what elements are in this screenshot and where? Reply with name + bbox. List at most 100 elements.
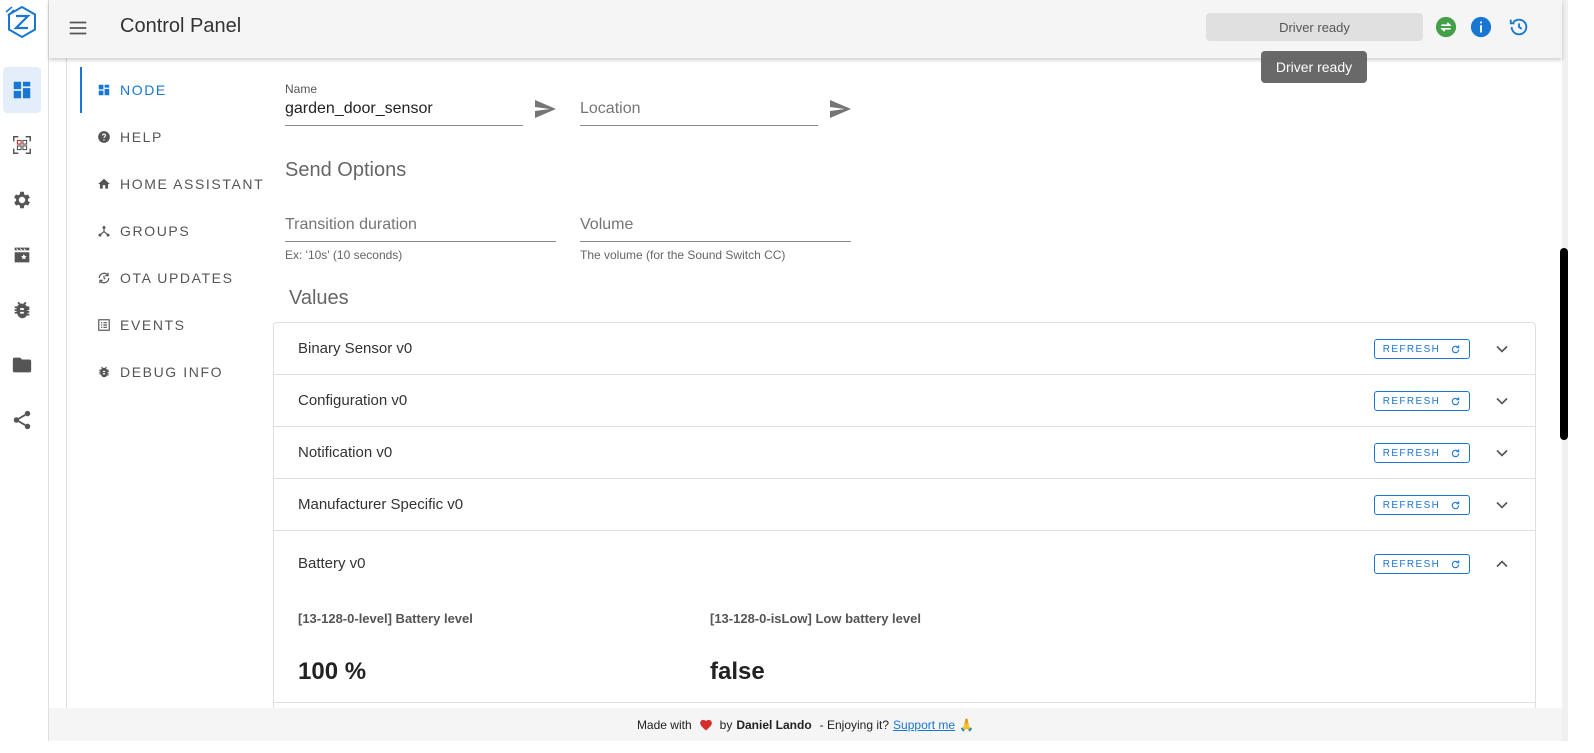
help-icon: [98, 131, 110, 143]
footer-enjoying: - Enjoying it?: [819, 717, 890, 732]
chevron-up-icon[interactable]: [1492, 554, 1512, 574]
dashboard-icon: [98, 84, 110, 96]
events-icon: [98, 319, 110, 331]
rail-mesh[interactable]: [3, 397, 41, 443]
zwave-logo-icon[interactable]: [4, 4, 40, 40]
volume-hint: The volume (for the Sound Switch CC): [580, 248, 786, 262]
tab-node-label: NODE: [120, 82, 167, 98]
refresh-button[interactable]: REFRESH: [1374, 339, 1470, 359]
value-group-label: Binary Sensor v0: [298, 340, 413, 357]
rail-debug[interactable]: [3, 287, 41, 333]
pray-emoji-icon: 🙏: [959, 717, 975, 732]
location-field[interactable]: Location: [580, 100, 641, 118]
footer-author: Daniel Lando: [736, 717, 812, 732]
groups-icon: [98, 226, 110, 237]
refresh-label: REFRESH: [1382, 558, 1441, 570]
value-group-row[interactable]: Manufacturer Specific v0 REFRESH: [274, 479, 1535, 531]
battery-level-label: [13-128-0-level] Battery level: [298, 611, 473, 626]
value-group-row[interactable]: Binary Sensor v0 REFRESH: [274, 323, 1535, 375]
settings-icon: [14, 191, 30, 209]
name-field-underline: [285, 125, 523, 126]
value-group-row[interactable]: Configuration v0 REFRESH: [274, 375, 1535, 427]
name-field-label: Name: [285, 82, 318, 96]
dashboard-icon: [13, 81, 31, 99]
value-group-row[interactable]: Notification v0 REFRESH: [274, 427, 1535, 479]
transition-duration-field[interactable]: Transition duration: [285, 216, 417, 234]
tab-node[interactable]: NODE: [97, 80, 167, 100]
chevron-down-icon[interactable]: [1492, 391, 1512, 411]
refresh-button[interactable]: REFRESH: [1374, 391, 1470, 411]
history-icon[interactable]: [1508, 16, 1530, 38]
menu-icon[interactable]: [67, 17, 89, 39]
refresh-icon: [1452, 344, 1460, 353]
low-battery-value: false: [710, 658, 765, 685]
chevron-down-icon[interactable]: [1492, 339, 1512, 359]
rail-scenes[interactable]: [3, 232, 41, 278]
footer-made-with: Made with: [636, 717, 692, 732]
refresh-icon: [1452, 396, 1460, 405]
battery-level-value: 100 %: [298, 658, 367, 685]
tab-home-assistant[interactable]: HOME ASSISTANT: [97, 174, 264, 194]
debug-bug-icon: [14, 301, 30, 319]
tab-groups-label: GROUPS: [120, 223, 191, 239]
value-group-label: Notification v0: [298, 444, 393, 461]
rail-smart-start[interactable]: [3, 122, 41, 168]
value-group-row-expanded[interactable]: Battery v0 REFRESH [13-128-0-level] Batt…: [274, 531, 1535, 703]
support-me-link[interactable]: Support me: [893, 718, 955, 732]
send-name-icon[interactable]: [533, 97, 557, 121]
debug-bug-icon: [99, 366, 109, 378]
rail-control-panel[interactable]: [3, 67, 41, 113]
refresh-label: REFRESH: [1382, 395, 1441, 407]
top-app-bar: Control Panel Driver ready: [49, 0, 1562, 58]
refresh-icon: [1452, 448, 1460, 457]
value-group-label: Battery v0: [298, 555, 366, 572]
refresh-button[interactable]: REFRESH: [1374, 554, 1470, 574]
refresh-button[interactable]: REFRESH: [1374, 495, 1470, 515]
tab-events[interactable]: EVENTS: [97, 315, 186, 335]
tab-home-assistant-label: HOME ASSISTANT: [120, 176, 265, 192]
bottom-strip: [0, 741, 1594, 753]
footer: Made with by Daniel Lando - Enjoying it?…: [49, 708, 1562, 741]
ota-update-icon: [98, 272, 110, 284]
refresh-icon: [1452, 559, 1460, 568]
refresh-label: REFRESH: [1382, 447, 1441, 459]
sync-status-icon[interactable]: [1435, 16, 1457, 38]
refresh-button[interactable]: REFRESH: [1374, 443, 1470, 463]
scenes-icon: [14, 247, 30, 263]
subnav-active-indicator: [80, 67, 82, 113]
status-tooltip: Driver ready: [1261, 51, 1367, 83]
low-battery-label: [13-128-0-isLow] Low battery level: [710, 611, 921, 626]
refresh-label: REFRESH: [1382, 499, 1441, 511]
volume-field[interactable]: Volume: [580, 216, 633, 234]
share-icon: [13, 410, 31, 430]
values-panel: Binary Sensor v0 REFRESH Configuration v…: [273, 322, 1536, 722]
tab-debug-info[interactable]: DEBUG INFO: [97, 362, 223, 382]
transition-duration-underline: [285, 241, 556, 242]
tab-ota-updates-label: OTA UPDATES: [120, 270, 234, 286]
folder-icon: [12, 357, 32, 373]
tab-debug-info-label: DEBUG INFO: [120, 364, 224, 380]
tab-ota-updates[interactable]: OTA UPDATES: [97, 268, 234, 288]
rail-store[interactable]: [3, 342, 41, 388]
chevron-down-icon[interactable]: [1492, 443, 1512, 463]
tab-help-label: HELP: [120, 129, 163, 145]
location-field-underline: [580, 125, 818, 126]
qr-scan-icon: [13, 136, 31, 154]
driver-status-badge[interactable]: Driver ready: [1206, 13, 1423, 41]
scrollbar-thumb[interactable]: [1560, 248, 1568, 440]
rail-settings[interactable]: [3, 177, 41, 223]
send-location-icon[interactable]: [828, 97, 852, 121]
info-icon[interactable]: [1470, 16, 1492, 38]
tab-events-label: EVENTS: [120, 317, 186, 333]
tab-groups[interactable]: GROUPS: [97, 221, 190, 241]
chevron-down-icon[interactable]: [1492, 495, 1512, 515]
send-options-title: Send Options: [285, 159, 407, 181]
left-rail: [0, 0, 49, 753]
name-field[interactable]: garden_door_sensor: [285, 100, 433, 118]
refresh-icon: [1452, 500, 1460, 509]
tab-help[interactable]: HELP: [97, 127, 163, 147]
subnav-divider: [66, 58, 67, 708]
transition-duration-hint: Ex: '10s' (10 seconds): [285, 248, 403, 262]
refresh-label: REFRESH: [1382, 343, 1441, 355]
volume-underline: [580, 241, 851, 242]
